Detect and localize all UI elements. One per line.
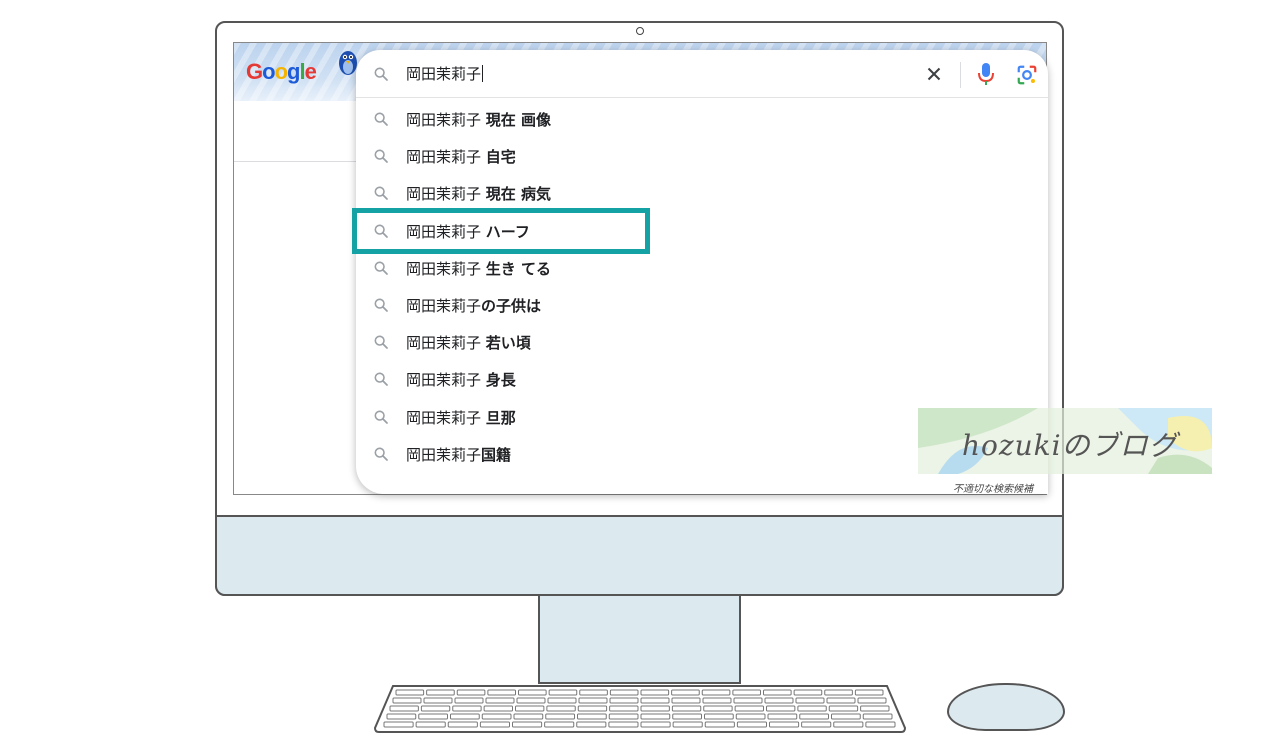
search-icon <box>374 410 388 424</box>
suggestion-prefix: 岡田茉莉子 <box>406 371 486 390</box>
suggestion-text: 岡田茉莉子 生き てる <box>406 258 551 279</box>
suggestion-text: 岡田茉莉子 身長 <box>406 369 516 390</box>
suggestion-completion: 国籍 <box>481 445 512 464</box>
search-input[interactable]: 岡田茉莉子 <box>406 63 484 84</box>
suggestion-completion: 生き てる <box>485 259 552 278</box>
monitor-chin <box>215 517 1064 596</box>
suggestion-completion: 現在 病気 <box>485 185 552 204</box>
logo-letter: G <box>246 59 263 84</box>
logo-letter: o <box>262 59 275 84</box>
mouse-illustration <box>947 683 1065 731</box>
image-search-button[interactable] <box>1016 64 1038 86</box>
suggestion-completion: 自宅 <box>485 148 516 167</box>
suggestion-text: 岡田茉莉子 現在 画像 <box>406 109 551 130</box>
suggestion-text: 岡田茉莉子 若い頃 <box>406 332 531 353</box>
suggestion-prefix: 岡田茉莉子 <box>406 445 482 464</box>
suggestion-completion: 旦那 <box>485 408 516 427</box>
suggestion-prefix: 岡田茉莉子 <box>406 408 486 427</box>
logo-letter: g <box>287 59 300 84</box>
voice-search-button[interactable] <box>976 62 996 86</box>
suggestion-text: 岡田茉莉子 現在 病気 <box>406 183 551 204</box>
suggestion-item[interactable]: 岡田茉莉子 現在 画像 <box>356 102 1048 136</box>
suggestion-prefix: 岡田茉莉子 <box>406 111 486 129</box>
suggestion-item[interactable]: 岡田茉莉子の子供は <box>356 288 1048 322</box>
suggestion-prefix: 岡田茉莉子 <box>406 297 482 315</box>
camera-icon <box>636 27 644 35</box>
search-icon <box>374 335 388 350</box>
search-icon <box>374 67 388 81</box>
suggestion-completion: 身長 <box>485 371 516 390</box>
logo-letter: e <box>304 59 317 84</box>
search-icon <box>374 186 388 201</box>
keyboard-illustration <box>373 685 907 733</box>
suggestion-text: 岡田茉莉子 自宅 <box>406 146 516 167</box>
clear-search-button[interactable] <box>923 63 945 85</box>
suggestion-prefix: 岡田茉莉子 <box>406 148 486 167</box>
google-logo[interactable]: Google <box>246 59 317 85</box>
suggestion-item[interactable]: 岡田茉莉子 現在 病気 <box>356 176 1048 210</box>
text-cursor <box>482 65 484 82</box>
search-query-text: 岡田茉莉子 <box>406 65 482 83</box>
monitor-stand <box>538 596 741 684</box>
suggestion-completion: の子供は <box>481 297 542 315</box>
monitor-bezel-line <box>215 515 1064 517</box>
suggestion-item[interactable]: 岡田茉莉子 生き てる <box>356 251 1048 285</box>
search-icon <box>374 447 388 461</box>
search-icon <box>374 261 388 275</box>
suggestion-text: 岡田茉莉子国籍 <box>406 444 511 465</box>
suggestion-item[interactable]: 岡田茉莉子 自宅 <box>356 139 1048 173</box>
report-inappropriate-link[interactable]: 不適切な検索候補 <box>953 480 1033 495</box>
suggestion-prefix: 岡田茉莉子 <box>406 259 486 278</box>
suggestion-prefix: 岡田茉莉子 <box>406 185 486 204</box>
highlight-box <box>352 208 650 254</box>
suggestion-completion: 現在 画像 <box>485 111 552 129</box>
suggestion-prefix: 岡田茉莉子 <box>406 334 486 353</box>
suggestion-item[interactable]: 岡田茉莉子 若い頃 <box>356 325 1048 359</box>
search-icon <box>374 298 388 312</box>
search-icon <box>374 372 388 387</box>
suggestion-text: 岡田茉莉子 旦那 <box>406 407 516 428</box>
blog-watermark-text: hozukiのブログ <box>962 429 1178 462</box>
suggestion-item[interactable]: 岡田茉莉子 身長 <box>356 362 1048 396</box>
suggestion-completion: 若い頃 <box>485 334 531 353</box>
search-box[interactable]: 岡田茉莉子 <box>356 50 1048 98</box>
suggestion-text: 岡田茉莉子の子供は <box>406 295 541 316</box>
search-icon <box>374 149 388 164</box>
logo-letter: o <box>274 59 288 84</box>
search-icon <box>374 112 388 126</box>
search-bar-divider <box>960 62 961 88</box>
